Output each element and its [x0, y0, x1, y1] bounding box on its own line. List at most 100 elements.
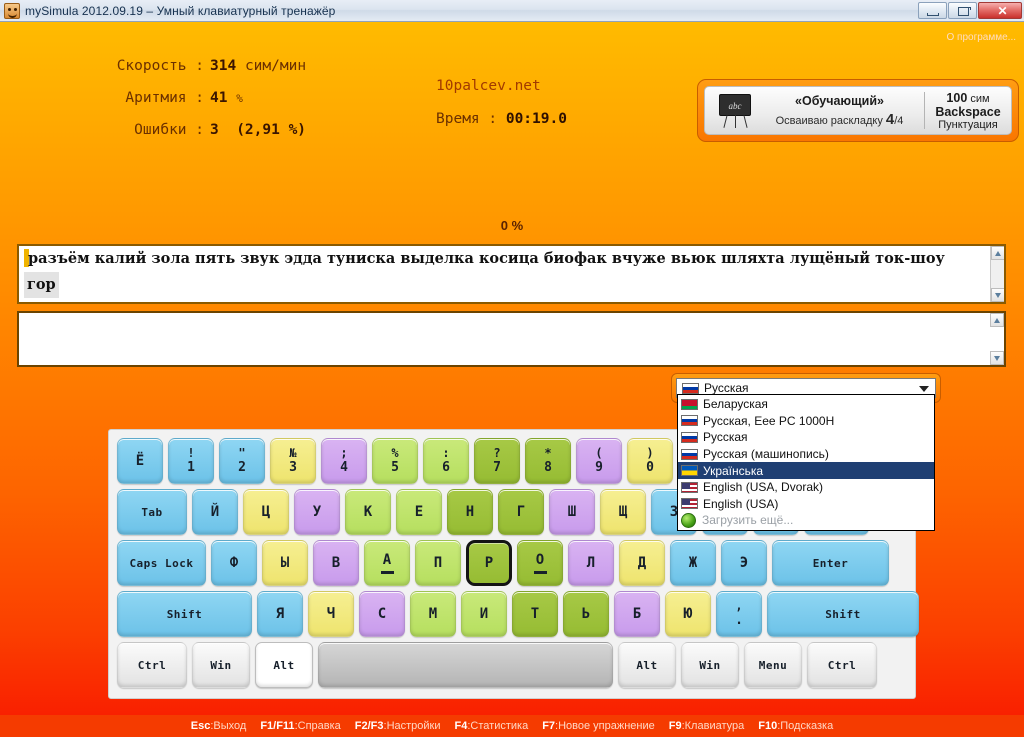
errors-label: Ошибки : — [134, 122, 204, 138]
layout-option-6[interactable]: English (USA) — [678, 496, 934, 513]
typing-input-area[interactable] — [17, 311, 1006, 367]
key-с[interactable]: С — [359, 591, 405, 637]
key-7[interactable]: ? 7 — [474, 438, 520, 484]
key-ф[interactable]: Ф — [211, 540, 257, 586]
key-п[interactable]: П — [415, 540, 461, 586]
key-ь[interactable]: Ь — [563, 591, 609, 637]
key-4[interactable]: ; 4 — [321, 438, 367, 484]
footer-hint-6[interactable]: F10:Подсказка — [758, 720, 833, 732]
key-у[interactable]: У — [294, 489, 340, 535]
input-scroll-up-arrow-icon[interactable] — [990, 313, 1004, 327]
key-3[interactable]: № 3 — [270, 438, 316, 484]
input-scroll-down-arrow-icon[interactable] — [990, 351, 1004, 365]
footer-hint-desc: :Новое упражнение — [555, 720, 655, 732]
key-label: Ь — [581, 605, 591, 622]
key-в[interactable]: В — [313, 540, 359, 586]
key-label: Enter — [812, 556, 849, 570]
lesson-info-panel[interactable]: abc «Обучающий» Осваиваю раскладку 4/4 1… — [697, 79, 1019, 142]
close-button[interactable]: ✕ — [978, 2, 1022, 19]
footer-hint-5[interactable]: F9:Клавиатура — [669, 720, 744, 732]
key-win[interactable]: Win — [681, 642, 739, 688]
key-н[interactable]: Н — [447, 489, 493, 535]
scroll-up-arrow-icon[interactable] — [991, 246, 1004, 260]
key-р[interactable]: Р — [466, 540, 512, 586]
key-т[interactable]: Т — [512, 591, 558, 637]
key-enter[interactable]: Enter — [772, 540, 889, 586]
status-bar: Esc:Выход F1/F11:Справка F2/F3:Настройки F4… — [0, 715, 1024, 737]
key-я[interactable]: Я — [257, 591, 303, 637]
maximize-button[interactable] — [948, 2, 977, 19]
key-alt[interactable]: Alt — [255, 642, 313, 688]
key-к[interactable]: К — [345, 489, 391, 535]
key-win[interactable]: Win — [192, 642, 250, 688]
key-ш[interactable]: Ш — [549, 489, 595, 535]
speed-unit: сим/мин — [244, 58, 307, 74]
key-ц[interactable]: Ц — [243, 489, 289, 535]
footer-hint-4[interactable]: F7:Новое упражнение — [542, 720, 655, 732]
key-л[interactable]: Л — [568, 540, 614, 586]
footer-hint-1[interactable]: F1/F11:Справка — [260, 720, 340, 732]
about-link[interactable]: О программе... — [946, 32, 1016, 43]
text-scrollbar[interactable] — [990, 246, 1004, 302]
key-ctrl[interactable]: Ctrl — [807, 642, 877, 688]
layout-option-5[interactable]: English (USA, Dvorak) — [678, 479, 934, 496]
site-url: 10palcev.net — [436, 78, 541, 94]
arrhythmia-stat: Аритмия : 41 % — [0, 82, 640, 114]
key-щ[interactable]: Щ — [600, 489, 646, 535]
group-name: Пунктуация — [938, 118, 998, 131]
layout-option-1[interactable]: Русская, Eee PC 1000H — [678, 413, 934, 430]
layout-option-7[interactable]: Загрузить ещё... — [678, 512, 934, 529]
key-ё[interactable]: Ё — [117, 438, 163, 484]
key-м[interactable]: М — [410, 591, 456, 637]
footer-hint-3[interactable]: F4:Статистика — [455, 720, 529, 732]
footer-hint-0[interactable]: Esc:Выход — [191, 720, 247, 732]
layout-option-3[interactable]: Русская (машинопись) — [678, 446, 934, 463]
footer-hint-key: F10 — [758, 720, 778, 732]
key-г[interactable]: Г — [498, 489, 544, 535]
key-ю[interactable]: Ю — [665, 591, 711, 637]
chevron-down-icon[interactable] — [919, 386, 929, 392]
footer-hint-2[interactable]: F2/F3:Настройки — [355, 720, 441, 732]
key-8[interactable]: * 8 — [525, 438, 571, 484]
key-5[interactable]: % 5 — [372, 438, 418, 484]
key-ч[interactable]: Ч — [308, 591, 354, 637]
key-а[interactable]: А — [364, 540, 410, 586]
key-shift[interactable]: Shift — [767, 591, 919, 637]
key-о[interactable]: О — [517, 540, 563, 586]
key-1[interactable]: ! 1 — [168, 438, 214, 484]
key-label: У — [312, 503, 322, 520]
key-д[interactable]: Д — [619, 540, 665, 586]
input-scrollbar[interactable] — [990, 313, 1004, 365]
key-е[interactable]: Е — [396, 489, 442, 535]
key-э[interactable]: Э — [721, 540, 767, 586]
key-й[interactable]: Й — [192, 489, 238, 535]
key-shift[interactable]: Shift — [117, 591, 252, 637]
chars-value: 100 — [946, 90, 968, 105]
keyboard-row-3: Caps Lock Ф Ы В А П Р О Л Д Ж Э Enter — [117, 540, 907, 586]
footer-hint-key: F1/F11 — [260, 720, 295, 732]
key--[interactable]: ,. — [716, 591, 762, 637]
footer-hint-key: F9 — [668, 720, 682, 732]
key-alt[interactable]: Alt — [618, 642, 676, 688]
key-menu[interactable]: Menu — [744, 642, 802, 688]
key-6[interactable]: :6 — [423, 438, 469, 484]
key-ctrl[interactable]: Ctrl — [117, 642, 187, 688]
scroll-down-arrow-icon[interactable] — [991, 288, 1004, 302]
key-tab[interactable]: Tab — [117, 489, 187, 535]
minimize-button[interactable] — [918, 2, 947, 19]
key-2[interactable]: " 2 — [219, 438, 265, 484]
key-label: П — [433, 554, 443, 571]
key-и[interactable]: И — [461, 591, 507, 637]
key-ж[interactable]: Ж — [670, 540, 716, 586]
layout-option-4[interactable]: Українська — [678, 462, 934, 479]
key-б[interactable]: Б — [614, 591, 660, 637]
lesson-text-block: «Обучающий» Осваиваю раскладку 4/4 — [755, 94, 924, 128]
key-0[interactable]: ) 0 — [627, 438, 673, 484]
key-caps-lock[interactable]: Caps Lock — [117, 540, 206, 586]
layout-option-2[interactable]: Русская — [678, 429, 934, 446]
key-ы[interactable]: Ы — [262, 540, 308, 586]
layout-option-0[interactable]: Беларуская — [678, 396, 934, 413]
key-space[interactable] — [318, 642, 613, 688]
layout-dropdown-list[interactable]: Беларуская Русская, Eee PC 1000H Русская Ру… — [677, 394, 935, 531]
key-9[interactable]: (9 — [576, 438, 622, 484]
